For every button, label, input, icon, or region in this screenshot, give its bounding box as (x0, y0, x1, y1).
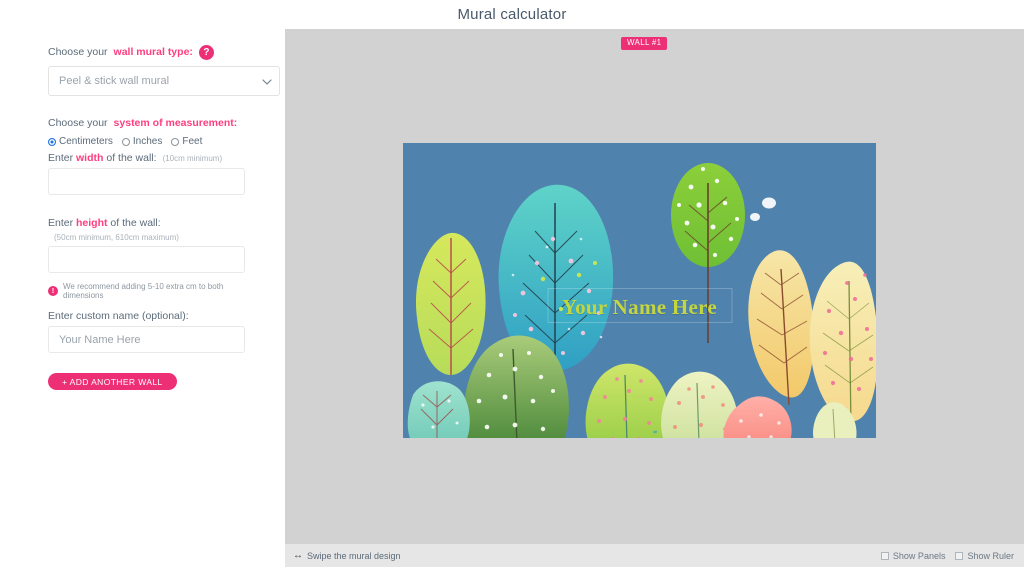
help-icon[interactable]: ? (199, 45, 214, 60)
radio-dot-inches[interactable] (122, 138, 130, 146)
custom-name-input[interactable]: Your Name Here (48, 326, 245, 353)
height-label: Enter height of the wall: (48, 217, 245, 229)
width-input[interactable] (48, 168, 245, 195)
radio-label-inches: Inches (133, 136, 162, 147)
mural-type-label: Choose your wall mural type: ? (48, 45, 245, 60)
wall-badge: WALL #1 (621, 37, 667, 50)
mural-calculator-app: Mural calculator Choose your wall mural … (0, 0, 1024, 588)
wall-config-form: Choose your wall mural type: ? Peel & st… (0, 29, 285, 588)
add-another-wall-button[interactable]: + ADD ANOTHER WALL (48, 373, 177, 390)
height-input[interactable] (48, 246, 245, 273)
width-label-suffix: of the wall: (103, 152, 156, 164)
preview-bottom-bar: ↔ Swipe the mural design Show Panels Sho… (285, 544, 1024, 567)
height-label-prefix: Enter (48, 217, 76, 229)
measurement-radio-group: Centimeters Inches Feet (48, 136, 245, 147)
height-hint: (50cm minimum, 610cm maximum) (54, 233, 245, 242)
mural-type-label-highlight: wall mural type: (114, 45, 193, 59)
dimension-warning: ! We recommend adding 5-10 extra cm to b… (48, 282, 245, 300)
page-header: Mural calculator (0, 0, 1024, 29)
exclamation-icon: ! (48, 286, 58, 296)
height-label-highlight: height (76, 217, 108, 229)
radio-feet[interactable]: Feet (171, 136, 202, 147)
show-panels-toggle[interactable]: Show Panels (881, 551, 946, 561)
measurement-label: Choose your system of measurement: (48, 116, 245, 130)
mural-type-select-wrap: Peel & stick wall mural (48, 66, 280, 96)
mural-preview-canvas[interactable]: WALL #1 (285, 29, 1024, 544)
show-ruler-toggle[interactable]: Show Ruler (955, 551, 1014, 561)
dimension-warning-text: We recommend adding 5-10 extra cm to bot… (63, 282, 245, 300)
swipe-hint-label: Swipe the mural design (307, 551, 401, 561)
width-hint: (10cm minimum) (163, 154, 223, 163)
show-panels-checkbox[interactable] (881, 552, 889, 560)
mural-illustration (403, 143, 876, 438)
measurement-label-prefix: Choose your (48, 116, 108, 130)
left-right-arrow-icon: ↔ (293, 551, 303, 561)
radio-inches[interactable]: Inches (122, 136, 162, 147)
radio-label-feet: Feet (182, 136, 202, 147)
radio-centimeters[interactable]: Centimeters (48, 136, 113, 147)
show-panels-label: Show Panels (893, 551, 946, 561)
swipe-hint: ↔ Swipe the mural design (293, 551, 401, 561)
page-title: Mural calculator (457, 6, 566, 23)
width-label: Enter width of the wall: (10cm minimum) (48, 152, 245, 164)
show-ruler-checkbox[interactable] (955, 552, 963, 560)
mural-type-select[interactable]: Peel & stick wall mural (48, 66, 280, 96)
radio-dot-feet[interactable] (171, 138, 179, 146)
width-label-prefix: Enter (48, 152, 76, 164)
show-ruler-label: Show Ruler (967, 551, 1014, 561)
preview-toggles: Show Panels Show Ruler (881, 551, 1014, 561)
height-label-suffix: of the wall: (108, 217, 161, 229)
mural-artwork[interactable]: Your Name Here (403, 143, 876, 438)
radio-dot-centimeters[interactable] (48, 138, 56, 146)
measurement-label-highlight: system of measurement: (114, 116, 238, 130)
mural-type-label-prefix: Choose your (48, 45, 108, 59)
radio-label-centimeters: Centimeters (59, 136, 113, 147)
width-label-highlight: width (76, 152, 103, 164)
custom-name-label: Enter custom name (optional): (48, 310, 245, 322)
